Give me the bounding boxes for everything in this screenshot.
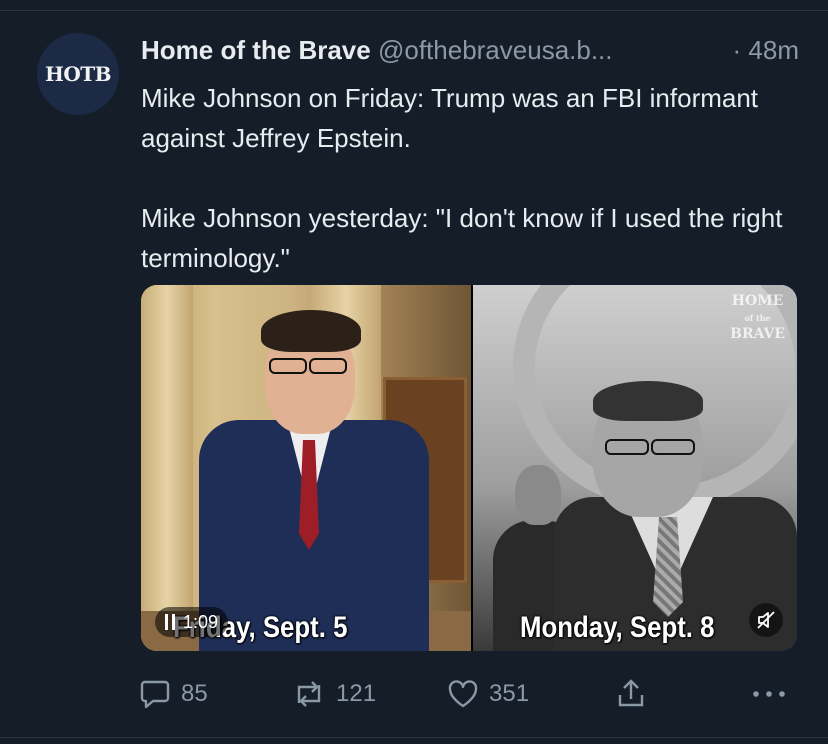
hair xyxy=(593,381,703,421)
video-time: 1:09 xyxy=(183,611,219,632)
person-left xyxy=(199,300,439,651)
tweet-paragraph-2: Mike Johnson yesterday: "I don't know if… xyxy=(141,203,783,273)
like-button[interactable]: 351 xyxy=(447,672,529,716)
like-count: 351 xyxy=(489,680,530,707)
share-icon xyxy=(618,679,644,707)
tweet-header: Home of the Brave @ofthebraveusa.b... · … xyxy=(141,34,801,66)
avatar[interactable]: HOTB xyxy=(37,33,119,115)
glasses xyxy=(651,439,695,455)
paragraph-spacer xyxy=(141,158,801,198)
glasses xyxy=(269,358,307,374)
share-button[interactable] xyxy=(616,672,646,716)
video-player[interactable]: Friday, Sept. 5 Monday, Sept. 8 HOME of t… xyxy=(141,285,797,651)
tweet-text: Mike Johnson on Friday: Trump was an FBI… xyxy=(141,78,801,278)
watermark-logo: HOME of the BRAVE xyxy=(730,293,785,342)
post-time[interactable]: · 48m xyxy=(733,34,799,66)
glasses xyxy=(309,358,347,374)
caption-monday: Monday, Sept. 8 xyxy=(520,611,715,644)
reply-count: 85 xyxy=(181,680,208,707)
user-handle[interactable]: @ofthebraveusa.b... xyxy=(378,35,613,65)
glasses xyxy=(605,439,649,455)
reply-icon xyxy=(140,680,170,709)
video-controls[interactable]: 1:09 xyxy=(155,607,229,637)
mute-button[interactable] xyxy=(749,603,783,637)
column xyxy=(141,285,193,651)
pause-icon[interactable] xyxy=(165,614,175,630)
tweet-paragraph-1: Mike Johnson on Friday: Trump was an FBI… xyxy=(141,83,759,153)
repost-count: 121 xyxy=(336,680,377,707)
avatar-text: HOTB xyxy=(44,62,112,86)
repost-icon xyxy=(297,681,321,707)
like-icon xyxy=(448,680,478,708)
repost-button[interactable]: 121 xyxy=(292,672,376,716)
video-frame-left xyxy=(141,285,471,651)
more-button[interactable] xyxy=(751,672,787,716)
hair xyxy=(261,310,361,352)
more-icon xyxy=(753,691,785,697)
bottom-divider xyxy=(0,737,828,738)
reply-button[interactable]: 85 xyxy=(139,672,208,716)
action-bar: 85 121 351 xyxy=(0,672,828,716)
display-name[interactable]: Home of the Brave xyxy=(141,35,371,65)
mute-icon xyxy=(757,611,775,629)
top-divider xyxy=(0,10,828,11)
